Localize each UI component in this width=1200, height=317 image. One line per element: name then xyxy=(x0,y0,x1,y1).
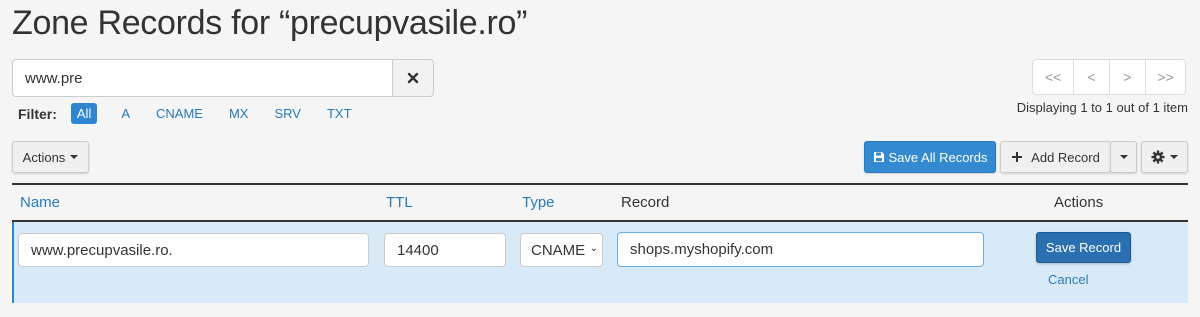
column-header-name[interactable]: Name xyxy=(20,194,60,211)
actions-dropdown-button[interactable]: Actions xyxy=(12,141,89,173)
record-value-input[interactable] xyxy=(617,232,984,267)
prev-page-button[interactable]: < xyxy=(1073,59,1110,95)
last-page-button[interactable]: >> xyxy=(1145,59,1186,95)
filter-mx[interactable]: MX xyxy=(223,103,255,124)
plus-icon xyxy=(1012,152,1023,162)
add-record-button[interactable]: Add Record xyxy=(1000,141,1111,173)
page-title: Zone Records for “precupvasile.ro” xyxy=(12,4,528,42)
save-all-records-button[interactable]: Save All Records xyxy=(864,141,996,173)
column-header-ttl[interactable]: TTL xyxy=(386,194,413,211)
add-record-options-button[interactable] xyxy=(1110,141,1137,173)
filter-all[interactable]: All xyxy=(70,103,98,124)
search-bar xyxy=(12,59,434,97)
close-icon xyxy=(407,72,419,84)
column-header-actions: Actions xyxy=(1054,194,1104,211)
save-icon xyxy=(873,152,884,162)
filter-srv[interactable]: SRV xyxy=(268,103,307,124)
caret-down-icon xyxy=(1119,155,1128,159)
record-type-select[interactable]: CNAME ⌄ xyxy=(520,233,603,267)
record-type-value: CNAME xyxy=(531,241,586,259)
first-page-button[interactable]: << xyxy=(1032,59,1074,95)
filter-cname[interactable]: CNAME xyxy=(150,103,209,124)
save-all-label: Save All Records xyxy=(888,149,988,165)
pagination: << < > >> xyxy=(1032,59,1186,95)
search-input[interactable] xyxy=(12,59,392,97)
filter-a[interactable]: A xyxy=(115,103,136,124)
caret-down-icon xyxy=(70,155,79,159)
record-name-input[interactable] xyxy=(18,233,369,267)
add-record-label: Add Record xyxy=(1031,149,1100,165)
next-page-button[interactable]: > xyxy=(1109,59,1146,95)
record-ttl-input[interactable] xyxy=(384,233,506,267)
save-record-button[interactable]: Save Record xyxy=(1036,232,1131,263)
cancel-link[interactable]: Cancel xyxy=(1048,272,1088,287)
filter-txt[interactable]: TXT xyxy=(321,103,358,124)
caret-down-icon xyxy=(1170,155,1178,159)
pagination-summary: Displaying 1 to 1 out of 1 item xyxy=(1016,100,1188,115)
gear-icon xyxy=(1151,150,1165,164)
table-top-divider xyxy=(12,183,1188,185)
clear-search-button[interactable] xyxy=(392,59,434,97)
record-type-filter: Filter: All A CNAME MX SRV TXT xyxy=(18,103,372,124)
filter-label: Filter: xyxy=(18,105,57,122)
actions-label: Actions xyxy=(22,149,66,165)
settings-dropdown-button[interactable] xyxy=(1141,141,1188,173)
column-header-type[interactable]: Type xyxy=(522,194,555,211)
chevron-down-icon: ⌄ xyxy=(589,243,598,254)
column-header-record: Record xyxy=(621,194,670,211)
